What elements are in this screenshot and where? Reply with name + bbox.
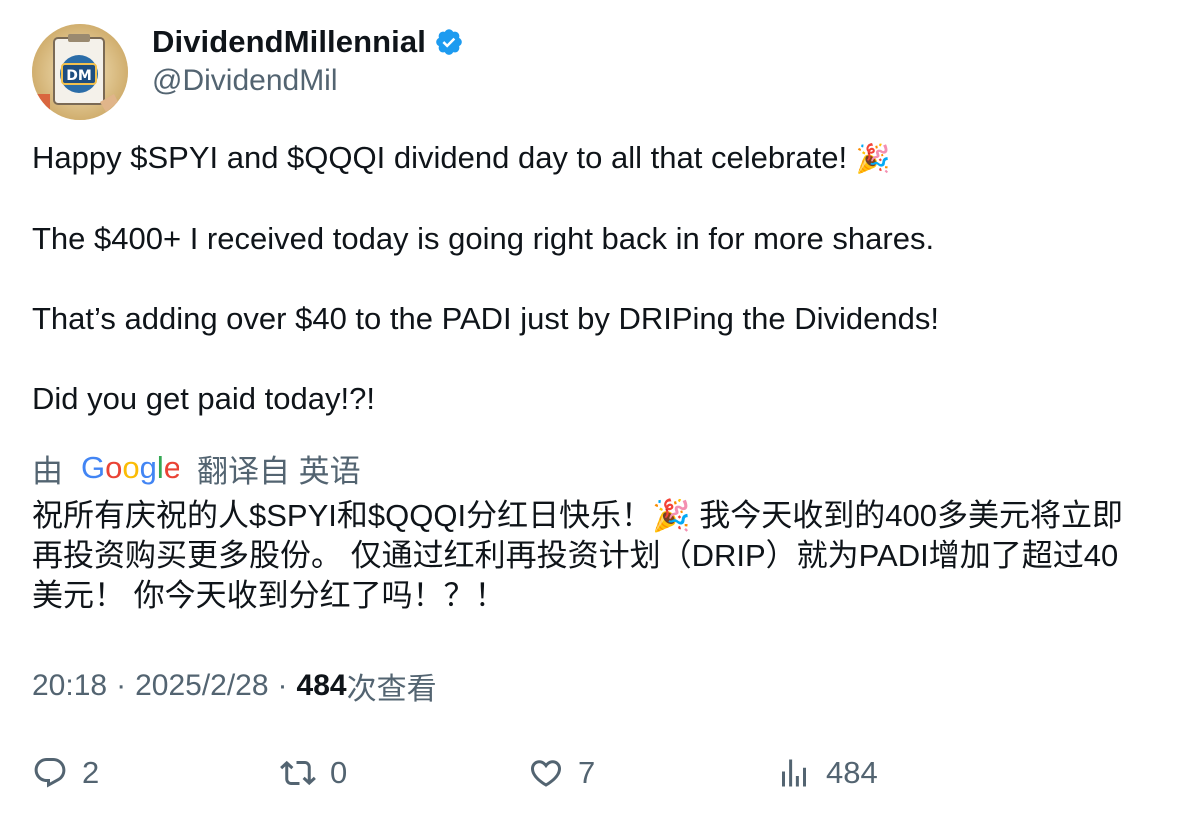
heart-icon bbox=[530, 760, 562, 787]
tweet-paragraph: Happy $SPYI and $QQQI dividend day to al… bbox=[32, 138, 1172, 179]
repost-icon bbox=[280, 760, 316, 786]
repost-button[interactable]: 0 bbox=[280, 748, 347, 798]
tweet-paragraph: The $400+ I received today is going righ… bbox=[32, 221, 935, 256]
views-button[interactable]: 484 bbox=[776, 748, 878, 798]
author-name-row[interactable]: DividendMillennial bbox=[152, 22, 464, 62]
views-count: 484 bbox=[296, 669, 347, 702]
tweet-text: Happy $SPYI and $QQQI dividend day to al… bbox=[32, 138, 1172, 419]
views-label: 次查看 bbox=[346, 673, 437, 706]
meta-separator: · bbox=[116, 669, 127, 702]
reply-button[interactable]: 2 bbox=[32, 748, 99, 798]
translated-line: 再投资购买更多股份。 仅通过红利再投资计划（DRIP）就为PADI增加了超过40 bbox=[32, 538, 1119, 573]
google-logo-icon[interactable]: Google bbox=[81, 450, 181, 486]
tweet-paragraph-text: Happy $SPYI and $QQQI dividend day to al… bbox=[32, 140, 856, 175]
verified-badge-icon bbox=[434, 27, 464, 57]
repost-count: 0 bbox=[330, 755, 348, 790]
tweet-meta: 20:18 · 2025/2/28 · 484 次查看 bbox=[32, 664, 437, 708]
author-handle[interactable]: @DividendMil bbox=[152, 64, 338, 98]
avatar[interactable]: DM bbox=[32, 24, 128, 120]
analytics-icon bbox=[782, 759, 806, 787]
tweet-paragraph: That’s adding over $40 to the PADI just … bbox=[32, 301, 939, 336]
avatar-image: DM bbox=[32, 24, 128, 120]
avatar-monogram: DM bbox=[66, 68, 92, 84]
tweet-card: DM DividendMillennial @DividendMil Happy… bbox=[0, 0, 1196, 818]
reply-count: 2 bbox=[82, 755, 100, 790]
translation-prefix: 由 bbox=[32, 453, 63, 489]
tweet-date[interactable]: 2025/2/28 bbox=[135, 669, 268, 703]
views-action-count: 484 bbox=[826, 755, 878, 790]
tweet-paragraph: Did you get paid today!?! bbox=[32, 381, 375, 416]
action-bar: 2 0 7 484 bbox=[32, 748, 1172, 798]
author-name[interactable]: DividendMillennial bbox=[152, 24, 426, 60]
translated-line: 美元！ 你今天收到分红了吗！？！ bbox=[32, 578, 506, 613]
svg-text:Google: Google bbox=[81, 450, 179, 485]
translated-line: 祝所有庆祝的人$SPYI和$QQQI分红日快乐！🎉 我今天收到的400多美元将立… bbox=[32, 498, 1124, 533]
translation-attribution: 由 Google 翻译自 英语 bbox=[32, 446, 361, 490]
meta-separator: · bbox=[277, 669, 288, 702]
translated-text: 祝所有庆祝的人$SPYI和$QQQI分红日快乐！🎉 我今天收到的400多美元将立… bbox=[32, 496, 1167, 616]
party-popper-emoji: 🎉 bbox=[855, 142, 891, 175]
like-count: 7 bbox=[578, 755, 596, 790]
like-button[interactable]: 7 bbox=[528, 748, 595, 798]
reply-icon bbox=[34, 758, 66, 788]
translation-suffix[interactable]: 翻译自 英语 bbox=[197, 446, 361, 491]
tweet-time[interactable]: 20:18 bbox=[32, 669, 107, 703]
